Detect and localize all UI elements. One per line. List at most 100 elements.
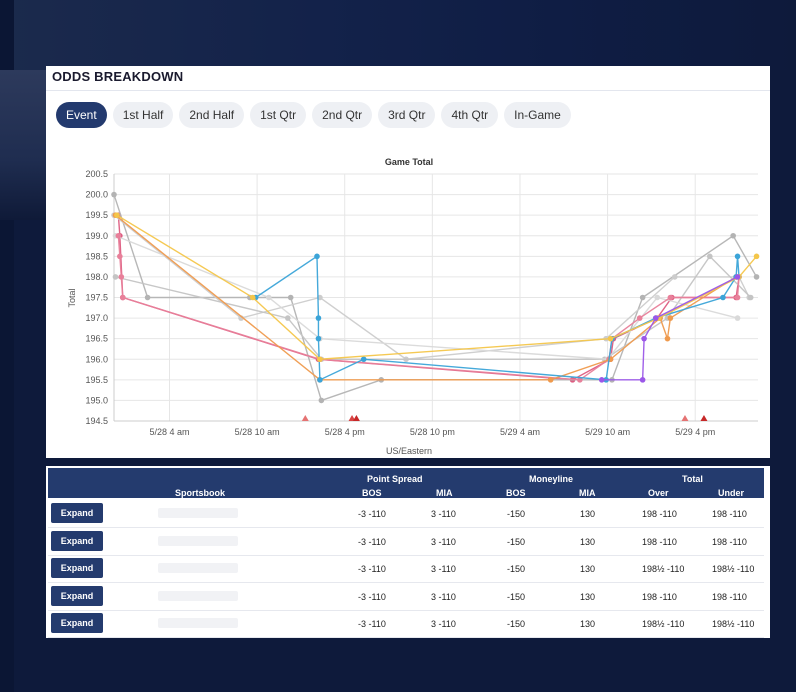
cell-bos: -3 -110 <box>358 536 386 547</box>
header-total: Total <box>682 474 703 484</box>
sportsbook-logo-placeholder <box>158 618 238 628</box>
data-point <box>720 294 726 301</box>
tab-2nd-half[interactable]: 2nd Half <box>179 102 245 128</box>
cell-bos: -3 -110 <box>358 619 386 629</box>
tab-1st-qtr[interactable]: 1st Qtr <box>250 102 307 128</box>
header-spread-mia: MIA <box>436 488 453 498</box>
expand-button[interactable]: Expand <box>51 558 103 578</box>
event-marker <box>681 415 689 421</box>
cell-ml-mia: 130 <box>580 536 596 547</box>
header-point-spread: Point Spread <box>367 474 423 484</box>
sportsbook-logo-placeholder <box>158 535 238 546</box>
data-point <box>314 253 320 260</box>
table-row: Expand -3 -110 3 -110 -150 130 198½ -110 198½ … <box>48 610 764 638</box>
cell-under: 198 -110 <box>712 536 747 547</box>
header-over: Over <box>648 488 669 498</box>
data-point <box>607 335 614 342</box>
y-tick-label: 198.0 <box>85 272 108 282</box>
y-tick-label: 197.0 <box>85 313 108 323</box>
table-row: Expand -3 -110 3 -110 -150 130 198 -110 198 -1… <box>48 528 764 556</box>
data-point <box>118 274 125 280</box>
data-point <box>318 397 325 404</box>
cell-ml-mia: 130 <box>580 619 596 629</box>
y-tick-label: 198.5 <box>85 251 108 261</box>
tab-1st-half[interactable]: 1st Half <box>112 102 174 128</box>
data-point <box>734 274 741 280</box>
tab-event[interactable]: Event <box>56 102 107 128</box>
y-tick-label: 200.0 <box>85 190 108 200</box>
y-tick-label: 199.0 <box>85 231 108 241</box>
y-tick-label: 197.5 <box>85 293 108 303</box>
data-point <box>652 315 659 321</box>
tab-in-game[interactable]: In-Game <box>504 102 571 128</box>
data-point <box>734 253 741 260</box>
y-tick-label: 195.5 <box>85 375 108 385</box>
data-point <box>284 315 291 321</box>
sportsbook-logo-placeholder <box>158 590 238 601</box>
data-point <box>747 294 754 301</box>
odds-breakdown-panel: ODDS BREAKDOWN Event 1st Half 2nd Half 1… <box>46 66 770 458</box>
y-tick-label: 200.5 <box>85 169 108 179</box>
cell-mia: 3 -110 <box>431 591 456 602</box>
game-total-chart: Game Total US/Eastern Total 200.5 200.0 19… <box>67 157 760 456</box>
data-point <box>667 315 674 321</box>
cell-under: 198 -110 <box>712 591 747 602</box>
data-point <box>360 356 367 363</box>
cell-under: 198½ -110 <box>712 564 755 574</box>
expand-button[interactable]: Expand <box>51 503 103 523</box>
tab-2nd-qtr[interactable]: 2nd Qtr <box>312 102 373 128</box>
data-point <box>753 274 760 280</box>
cell-ml-mia: 130 <box>580 509 596 519</box>
table-header: Point Spread Moneyline Total Sportsbook … <box>48 468 764 498</box>
series-line <box>113 214 750 360</box>
cell-over: 198 -110 <box>642 536 677 547</box>
y-axis-label: Total <box>67 288 77 307</box>
background-bottom <box>14 640 796 692</box>
data-point <box>730 232 736 239</box>
cell-bos: -3 -110 <box>358 564 386 574</box>
data-point <box>265 294 272 301</box>
data-point <box>287 294 294 301</box>
y-tick-label: 194.5 <box>85 416 108 426</box>
data-point <box>654 294 661 301</box>
y-tick-label: 199.5 <box>85 210 108 220</box>
table-row: Expand -3 -110 3 -110 -150 130 198 -110 198 -1… <box>48 500 764 528</box>
data-point <box>115 232 122 239</box>
expand-button[interactable]: Expand <box>51 613 103 633</box>
data-point <box>598 377 605 383</box>
x-tick-label: 5/28 4 am <box>149 427 189 437</box>
data-point <box>667 294 674 301</box>
table-row: Expand -3 -110 3 -110 -150 130 198 -110 198 -1… <box>48 583 764 611</box>
x-tick-label: 5/28 10 pm <box>410 427 455 437</box>
expand-button[interactable]: Expand <box>51 585 103 606</box>
cell-over: 198½ -110 <box>642 619 685 629</box>
data-point <box>734 294 741 301</box>
cell-under: 198 -110 <box>712 509 747 519</box>
cell-ml-mia: 130 <box>580 591 596 602</box>
header-moneyline: Moneyline <box>529 474 574 484</box>
data-point <box>117 253 123 260</box>
cell-over: 198 -110 <box>642 509 677 519</box>
data-point <box>639 294 646 301</box>
x-tick-label: 5/29 10 am <box>585 427 630 437</box>
tab-3rd-qtr[interactable]: 3rd Qtr <box>378 102 436 128</box>
header-ml-bos: BOS <box>506 488 526 498</box>
cell-ml-bos: -150 <box>507 591 526 602</box>
event-marker <box>700 415 708 421</box>
y-tick-label: 196.5 <box>85 334 108 344</box>
expand-button[interactable]: Expand <box>51 530 103 551</box>
tab-4th-qtr[interactable]: 4th Qtr <box>441 102 499 128</box>
background-image-fragment <box>0 70 46 220</box>
data-point <box>664 335 671 342</box>
divider <box>46 90 770 91</box>
panel-title: ODDS BREAKDOWN <box>52 69 184 84</box>
data-point <box>707 253 713 260</box>
background-banner <box>0 0 796 70</box>
x-tick-label: 5/29 4 pm <box>675 427 715 437</box>
data-point <box>641 335 647 342</box>
y-tick-label: 196.0 <box>85 354 108 364</box>
cell-under: 198½ -110 <box>712 619 755 629</box>
chart-title: Game Total <box>385 157 433 167</box>
period-tabs: Event 1st Half 2nd Half 1st Qtr 2nd Qtr … <box>56 102 571 130</box>
cell-mia: 3 -110 <box>431 536 456 547</box>
